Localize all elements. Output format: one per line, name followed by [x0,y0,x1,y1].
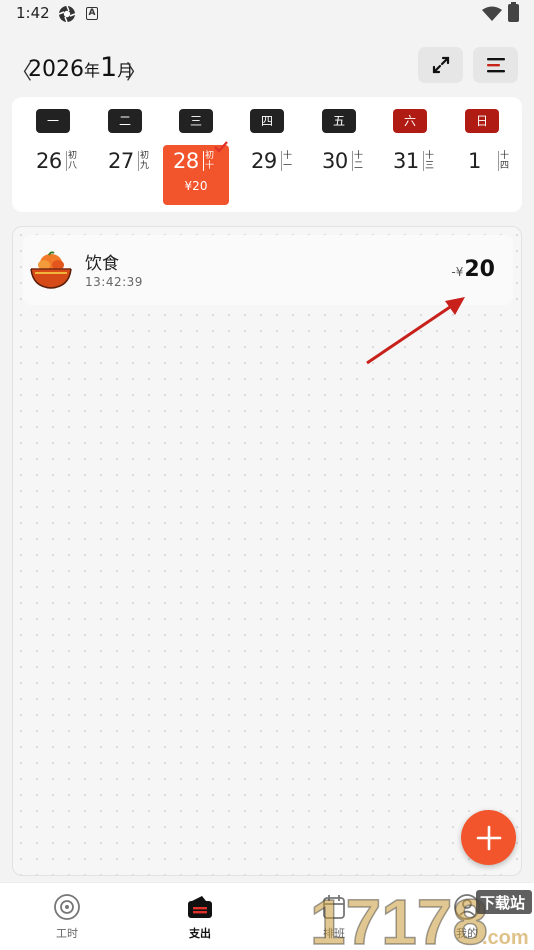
annotation-arrow [366,297,465,365]
day-expense-amount: ¥20 [184,179,208,193]
wallet-icon [188,896,212,918]
nav-label: 支出 [189,927,211,940]
a-badge-icon: A [86,7,98,20]
nav-label: 工时 [56,927,78,940]
status-bar: 1:42 A [0,0,534,28]
day-number: 28 [173,149,199,173]
month-header: 〈 2026 年 1 月 〉 [0,44,534,90]
nav-label: 排班 [323,927,345,940]
lunar-date: 初十 [203,151,215,171]
wifi-icon [482,6,502,21]
add-record-button[interactable] [461,810,516,865]
battery-icon [508,2,519,22]
nav-profile[interactable]: 我的 [427,893,507,947]
calendar-icon [323,895,345,919]
record-amount: -¥ 20 [451,257,495,282]
nav-worktime[interactable]: 工时 [27,893,107,947]
weekday-fri: 五 [322,109,356,133]
day-cell[interactable]: 26 初八 [26,145,92,205]
weekday-thu: 四 [250,109,284,133]
day-number: 29 [251,149,277,173]
lunar-date: 初八 [66,151,78,171]
lunar-date: 十三 [423,151,435,171]
bottom-nav: 工时 支出 排班 我的 [0,882,534,950]
lunar-date: 十二 [352,151,364,171]
day-cell[interactable]: 30 十二 [312,145,378,205]
day-cell[interactable]: 1 十四 [458,145,524,205]
month-value: 1 [100,52,118,83]
weekday-mon: 一 [36,109,70,133]
amount-value: 20 [464,257,495,282]
chevron-right-icon[interactable]: 〉 [126,56,146,85]
sort-button[interactable] [473,47,518,83]
sort-lines-icon [486,58,505,73]
weekday-sun: 日 [465,109,499,133]
day-number: 26 [36,149,62,173]
lunar-date: 十四 [498,151,510,171]
year-unit: 年 [84,61,101,80]
weekday-header: 一 二 三 四 五 六 日 [12,109,522,135]
record-category: 饮食 [85,254,119,274]
weekday-tue: 二 [108,109,142,133]
check-icon [214,141,228,153]
expense-list[interactable]: 饮食 13:42:39 -¥ 20 [12,226,522,876]
lunar-date: 初九 [138,151,150,171]
expand-button[interactable] [418,47,463,83]
day-number: 27 [108,149,134,173]
user-icon [454,894,480,920]
day-cell[interactable]: 29 十一 [241,145,307,205]
nav-label: 我的 [456,927,478,940]
plus-icon [476,825,501,850]
record-time: 13:42:39 [85,275,143,289]
weekday-sat: 六 [393,109,427,133]
day-cell[interactable]: 27 初九 [98,145,164,205]
day-cell-selected[interactable]: 28 初十 ¥20 [163,141,229,205]
nav-expense[interactable]: 支出 [160,893,240,947]
day-number: 30 [322,149,348,173]
weekday-wed: 三 [179,109,213,133]
clock-target-icon [54,894,80,920]
status-time: 1:42 [16,4,50,22]
day-number: 31 [393,149,419,173]
week-calendar: 一 二 三 四 五 六 日 26 初八 27 初九 28 初十 ¥20 29 十… [12,97,522,212]
expand-icon [432,56,449,74]
nav-schedule[interactable]: 排班 [294,893,374,947]
food-bowl-icon [30,251,72,289]
day-cell[interactable]: 31 十三 [383,145,449,205]
aperture-icon [58,5,76,23]
day-number: 1 [468,149,481,173]
amount-prefix: -¥ [451,265,464,279]
lunar-date: 十一 [281,151,293,171]
month-title[interactable]: 2026 年 1 月 [28,52,133,83]
year-value: 2026 [28,57,84,82]
